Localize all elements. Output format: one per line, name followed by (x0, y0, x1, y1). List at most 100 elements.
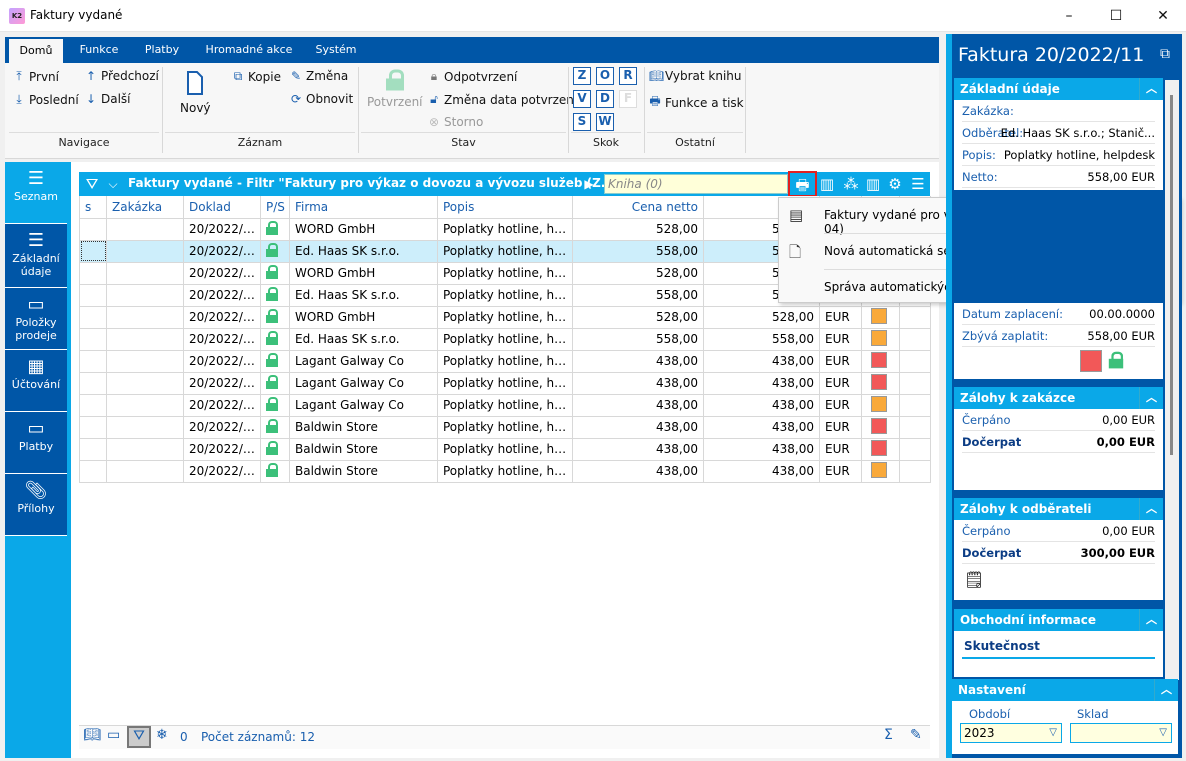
cell-cena-netto: 558,00 (572, 239, 704, 263)
nav-uctovani[interactable]: ▦ Účtování (5, 350, 67, 412)
table-row[interactable]: 20/2022/26 Baldwin Store Poplatky hotline,… (79, 459, 931, 483)
detail-scrollbar-thumb[interactable] (1170, 95, 1173, 455)
storno-button[interactable]: ⊗ Storno (428, 115, 483, 129)
snowflake-count: 0 (180, 730, 188, 744)
table-row[interactable]: 20/2022/20 Lagant Galway Co Poplatky hotli… (79, 371, 931, 395)
table-row[interactable]: 20/2022/14 WORD GmbH Poplatky hotline, hel… (79, 305, 931, 329)
chevron-up-icon[interactable]: ︿ (1139, 78, 1163, 100)
edit-button[interactable]: ✎ Změna (290, 69, 348, 83)
section-header[interactable]: Zálohy k odběrateli ︿ (954, 498, 1163, 520)
group-label-navigace: Navigace (58, 136, 110, 149)
section-header[interactable]: Obchodní informace ︿ (954, 609, 1163, 631)
cell-ps (260, 239, 290, 263)
section-header[interactable]: Zálohy k zakázce ︿ (954, 387, 1163, 409)
book-icon[interactable]: 📖︎ (83, 727, 101, 743)
last-button[interactable]: ⤓ Poslední (13, 92, 78, 107)
table-row[interactable]: 20/2022/24 Baldwin Store Poplatky hotline,… (79, 415, 931, 439)
column-header-firma[interactable]: Firma (289, 196, 438, 219)
table-row[interactable]: 20/2022/21 Lagant Galway Co Poplatky hotli… (79, 393, 931, 417)
lock-icon (266, 264, 278, 279)
select-book-button[interactable]: 📖︎ Vybrat knihu (649, 69, 742, 83)
pencil-icon: ✎ (290, 69, 302, 83)
column-header-s[interactable]: s (79, 196, 107, 219)
book-search-input[interactable]: Kniha (0) (604, 174, 788, 194)
snowflake-icon[interactable]: ❄ (156, 727, 168, 743)
lock-icon (266, 286, 278, 301)
nav-zakladni-udaje[interactable]: ☰ Základní údaje (5, 224, 67, 288)
pencil-icon[interactable]: ✎ (910, 727, 922, 743)
column-header-cena-netto[interactable]: Cena netto (572, 196, 704, 219)
cell-doklad: 20/2022/12 (183, 261, 261, 285)
cell-extra (899, 415, 931, 439)
sum-icon[interactable]: Σ (884, 727, 893, 743)
print-button[interactable]: 🖶 (788, 171, 817, 197)
filter-toggle-button[interactable]: ⛛ (127, 726, 151, 748)
maximize-button[interactable]: ☐ (1093, 0, 1139, 32)
cell-popis: Poplatky hotline, help... (437, 415, 573, 439)
copy-icon: ⧉ (233, 69, 243, 83)
cell-extra (899, 393, 931, 417)
jump-o-button[interactable]: O (596, 67, 614, 85)
column-header-ps[interactable]: P/S (260, 196, 290, 219)
minimize-button[interactable]: – (1046, 0, 1092, 32)
copy-button[interactable]: ⧉ Kopie (232, 69, 281, 84)
columns-icon[interactable]: ▥ (862, 172, 884, 196)
table-row[interactable]: 20/2022/19 Lagant Galway Co Poplatky hotli… (79, 349, 931, 373)
menu-icon[interactable]: ☰ (906, 172, 930, 196)
section-zakladni-udaje: Základní údaje ︿ Zakázka: Odběratel: Ed. H… (954, 78, 1163, 190)
sklad-select[interactable]: ▽ (1070, 723, 1172, 743)
chevron-up-icon[interactable]: ︿ (1139, 609, 1163, 631)
jump-s-button[interactable]: S (573, 113, 591, 131)
confirm-button[interactable]: Potvrzení (367, 69, 423, 109)
archive-icon[interactable]: ▭ (107, 727, 120, 743)
jump-r-button[interactable]: R (619, 67, 637, 85)
cell-status (861, 371, 900, 395)
previous-button[interactable]: ↑ Předchozí (85, 69, 159, 83)
chevron-down-icon[interactable]: ⌵ (104, 172, 122, 196)
jump-v-button[interactable]: V (573, 90, 591, 108)
chevron-up-icon[interactable]: ︿ (1139, 498, 1163, 520)
column-header-doklad[interactable]: Doklad (183, 196, 261, 219)
gear-icon[interactable]: ⚙ (884, 172, 906, 196)
close-button[interactable]: ✕ (1140, 0, 1186, 32)
refresh-button[interactable]: ⟳ Obnovit (290, 92, 353, 106)
section-header[interactable]: Základní údaje ︿ (954, 78, 1163, 100)
chevron-up-icon[interactable]: ︿ (1154, 679, 1178, 701)
next-button[interactable]: ↓ Další (85, 92, 131, 106)
obdobi-select[interactable]: 2023 ▽ (960, 723, 1062, 743)
column-header-popis[interactable]: Popis (437, 196, 573, 219)
refresh-icon: ⟳ (290, 92, 302, 106)
filter-icon[interactable]: ⛛ (82, 172, 102, 196)
cell-zakazka (106, 261, 184, 285)
play-icon[interactable]: ▶ (580, 172, 598, 196)
column-header-zakazka[interactable]: Zakázka (106, 196, 184, 219)
nav-platby[interactable]: ▭ Platby (5, 412, 67, 474)
jump-z-button[interactable]: Z (573, 67, 591, 85)
change-confirm-date-button[interactable]: 🔓︎ Změna data potvrzení (428, 92, 577, 107)
new-button[interactable]: Nový (180, 71, 211, 115)
functions-print-button[interactable]: 🖶 Funkce a tisk (649, 92, 743, 113)
nav-polozky-prodeje[interactable]: ▭ Položky prodeje (5, 288, 67, 350)
tab-domu[interactable]: Domů (9, 39, 63, 63)
tab-funkce[interactable]: Funkce (71, 37, 127, 63)
tab-system[interactable]: Systém (309, 37, 363, 63)
chevron-up-icon[interactable]: ︿ (1139, 387, 1163, 409)
jump-d-button[interactable]: D (596, 90, 614, 108)
first-button[interactable]: ⤒ První (13, 69, 59, 84)
jump-f-button[interactable]: F (619, 90, 637, 108)
lock-icon (1108, 351, 1124, 369)
tab-platby[interactable]: Platby (137, 37, 187, 63)
open-external-icon[interactable]: ⧉ (1160, 46, 1170, 62)
cell-s (79, 305, 107, 329)
jump-w-button[interactable]: W (596, 113, 614, 131)
section-header[interactable]: Nastavení ︿ (952, 679, 1178, 701)
advance-invoice-icon[interactable]: 🗒 (964, 570, 984, 589)
chart-icon[interactable]: ▥ (817, 172, 837, 196)
table-row[interactable]: 20/2022/15 Ed. Haas SK s.r.o. Poplatky hot… (79, 327, 931, 351)
group-icon[interactable]: ⁂ (840, 172, 862, 196)
tab-hromadne-akce[interactable]: Hromadné akce (201, 37, 297, 63)
table-row[interactable]: 20/2022/25 Baldwin Store Poplatky hotline,… (79, 437, 931, 461)
nav-seznam[interactable]: ☰ Seznam (5, 162, 67, 224)
unconfirm-button[interactable]: 🔒︎ Odpotvrzení (428, 69, 518, 84)
nav-prilohy[interactable]: 📎︎ Přílohy (5, 474, 67, 536)
